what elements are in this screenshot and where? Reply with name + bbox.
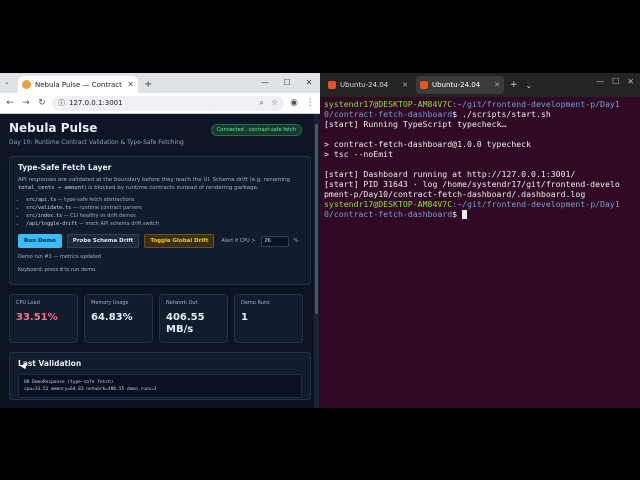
toggle-global-drift-button[interactable]: Toggle Global Drift	[144, 234, 215, 248]
close-tab-icon[interactable]: ✕	[494, 81, 500, 89]
validation-line: cpu=33.51 memory=64.83 network=406.55 de…	[24, 387, 157, 392]
list-item: src/validate.ts — runtime contract parse…	[26, 204, 302, 212]
terminal-line: 0/contract-fetch-dashboard$ ./scripts/st…	[324, 109, 551, 119]
profile-icon[interactable]: ◉	[288, 98, 300, 108]
terminal-cursor	[462, 210, 468, 219]
action-row: Run Demo Probe Schema Drift Toggle Globa…	[18, 234, 302, 248]
close-tab-icon[interactable]: ✕	[402, 81, 408, 89]
menu-icon[interactable]: ⋮	[304, 98, 316, 108]
zoom-icon[interactable]: ⌕	[259, 98, 263, 108]
network-out-card: Network Out 406.55 MB/s	[159, 294, 228, 343]
new-tab-button[interactable]: +	[144, 79, 152, 90]
page-scrollbar[interactable]	[314, 114, 319, 408]
browser-tab[interactable]: Nebula Pulse — Contract Fetch ✕	[18, 76, 138, 93]
close-window-icon[interactable]: ✕	[298, 73, 320, 93]
minimize-icon[interactable]: —	[254, 73, 276, 93]
terminal-tab-strip: Ubuntu-24.04 ✕ Ubuntu-24.04 ✕ + ⌄ — ☐ ✕	[320, 73, 640, 97]
last-validation-heading: Last Validation	[18, 359, 82, 368]
validation-output: OK DemoResponse (type-safe fetch) cpu=33.…	[18, 374, 302, 398]
memory-usage-card: Memory Usage 64.83%	[84, 294, 153, 343]
terminal-line: [start] PID 31643 · log /home/systendr17…	[324, 179, 620, 189]
probe-schema-drift-button[interactable]: Probe Schema Drift	[66, 234, 140, 248]
address-bar[interactable]: ⓘ 127.0.0.1:3001 ⌕ ☆	[52, 95, 284, 111]
terminal-line: pment-p/Day10/contract-fetch-dashboard/.…	[324, 189, 586, 199]
terminal-tab-label: Ubuntu-24.04	[432, 81, 481, 89]
ubuntu-icon	[328, 81, 336, 89]
terminal-line: systendr17@DESKTOP-AM84V7C:~/git/fronten…	[324, 199, 620, 209]
browser-tab-strip: ⌄ Nebula Pulse — Contract Fetch ✕ + — ☐ …	[0, 73, 320, 93]
window-controls: — ☐ ✕	[254, 73, 320, 93]
address-text: 127.0.0.1:3001	[69, 99, 123, 107]
validation-line: OK DemoResponse (type-safe fetch)	[24, 380, 114, 385]
terminal-line: > tsc --noEmit	[324, 149, 394, 159]
terminal-line: 0/contract-fetch-dashboard$	[324, 209, 636, 219]
demo-runs-card: Demo Runs 1	[234, 294, 303, 343]
cpu-alert-unit: %	[293, 238, 299, 244]
back-icon[interactable]: ←	[4, 98, 16, 108]
list-item: /api/toggle-drift — mock API schema drif…	[26, 220, 302, 228]
close-window-icon[interactable]: ✕	[627, 77, 634, 86]
fetch-layer-card: Type-Safe Fetch Layer API responses are …	[9, 156, 311, 285]
metrics-row: CPU Load 33.51% Memory Usage 64.83% Netw…	[9, 294, 311, 343]
page-subtitle: Day 10: Runtime Contract Validation & Ty…	[9, 139, 184, 146]
maximize-icon[interactable]: ☐	[612, 77, 619, 86]
metric-label: Memory Usage	[91, 300, 129, 306]
terminal-window-controls: — ☐ ✕	[596, 77, 634, 86]
fetch-layer-heading: Type-Safe Fetch Layer	[18, 163, 112, 172]
desktop: ⌄ Nebula Pulse — Contract Fetch ✕ + — ☐ …	[0, 0, 640, 480]
list-item: src/index.ts — CLI healthy vs drift demo…	[26, 212, 302, 220]
cpu-alert-label: Alert if CPU >	[221, 238, 256, 244]
tab-search-icon[interactable]: ⌄	[4, 78, 10, 86]
keyboard-hint: Keyboard: press d to run demo.	[18, 267, 97, 273]
terminal-line: [start] Dashboard running at http://127.…	[324, 169, 576, 179]
browser-tab-title: Nebula Pulse — Contract Fetch	[35, 80, 124, 89]
browser-window: ⌄ Nebula Pulse — Contract Fetch ✕ + — ☐ …	[0, 73, 320, 408]
reload-icon[interactable]: ↻	[36, 98, 48, 108]
scrollbar-thumb[interactable]	[315, 124, 318, 314]
metric-label: Demo Runs	[241, 300, 270, 306]
site-info-icon[interactable]: ⓘ	[58, 98, 65, 108]
metric-value: 1	[241, 312, 248, 323]
terminal-line: systendr17@DESKTOP-AM84V7C:~/git/fronten…	[324, 99, 620, 109]
metric-value: 64.83%	[91, 312, 133, 323]
fetch-layer-description: API responses are validated at the bound…	[18, 177, 290, 191]
list-item: src/api.ts — type-safe fetch abstraction…	[26, 196, 302, 204]
maximize-icon[interactable]: ☐	[276, 73, 298, 93]
new-terminal-tab-button[interactable]: +	[510, 80, 518, 90]
terminal-window: Ubuntu-24.04 ✕ Ubuntu-24.04 ✕ + ⌄ — ☐ ✕ …	[320, 73, 640, 408]
favicon-icon	[22, 80, 31, 89]
metric-label: CPU Load	[16, 300, 40, 306]
metric-value: 406.55 MB/s	[166, 312, 205, 335]
terminal-output[interactable]: systendr17@DESKTOP-AM84V7C:~/git/fronten…	[320, 97, 640, 221]
bookmark-star-icon[interactable]: ☆	[271, 98, 278, 108]
close-tab-icon[interactable]: ✕	[127, 80, 134, 89]
demo-status-text: Demo run #1 — metrics updated	[18, 254, 102, 260]
ubuntu-icon	[420, 81, 428, 89]
terminal-tab-label: Ubuntu-24.04	[340, 81, 389, 89]
dashboard-page: Nebula Pulse Day 10: Runtime Contract Va…	[0, 114, 320, 408]
file-list: src/api.ts — type-safe fetch abstraction…	[26, 196, 302, 228]
browser-toolbar: ← → ↻ ⓘ 127.0.0.1:3001 ⌕ ☆ ◉ ⋮	[0, 93, 320, 114]
terminal-tab-1[interactable]: Ubuntu-24.04 ✕	[324, 76, 412, 94]
last-validation-card: Last Validation OK DemoResponse (type-sa…	[9, 352, 311, 400]
run-demo-button[interactable]: Run Demo	[18, 234, 62, 248]
terminal-line: [start] Running TypeScript typecheck…	[324, 119, 507, 129]
terminal-line: > contract-fetch-dashboard@1.0.0 typeche…	[324, 139, 532, 149]
forward-icon[interactable]: →	[20, 98, 32, 108]
minimize-icon[interactable]: —	[596, 77, 604, 86]
metric-label: Network Out	[166, 300, 198, 306]
cpu-alert-threshold-input[interactable]	[260, 235, 289, 247]
tab-dropdown-icon[interactable]: ⌄	[526, 81, 533, 90]
metric-value: 33.51%	[16, 312, 58, 323]
terminal-tab-2[interactable]: Ubuntu-24.04 ✕	[416, 76, 504, 94]
cpu-load-card: CPU Load 33.51%	[9, 294, 78, 343]
connection-status-badge: Connected · contract-safe fetch	[210, 124, 302, 136]
